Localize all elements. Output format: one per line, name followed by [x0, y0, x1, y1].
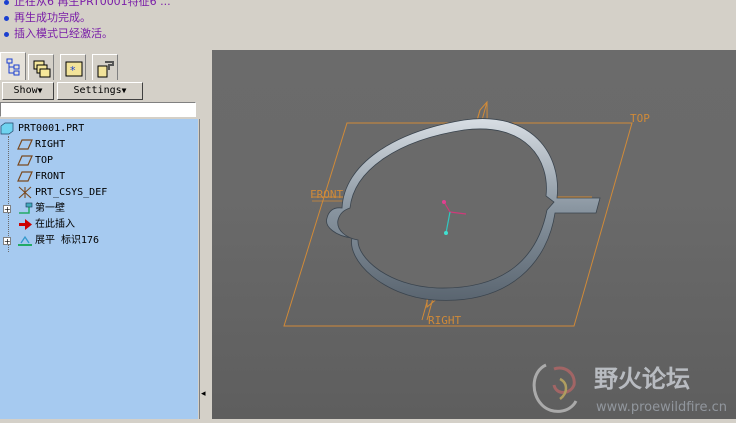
- dropdown-arrow-icon: ▼: [121, 86, 127, 95]
- message-line: 正在从6 再生PRT0001特征6 ...: [4, 0, 171, 8]
- tab-layers[interactable]: [28, 54, 54, 80]
- tree-item-first-wall[interactable]: 第一壁: [17, 201, 65, 216]
- show-button[interactable]: Show▼: [2, 82, 54, 100]
- graphics-viewport[interactable]: TOP FRONT RIGHT 野火论坛 www.proewildfire.cn: [212, 50, 736, 419]
- tree-root[interactable]: PRT0001.PRT: [0, 121, 84, 136]
- scroll-arrow-icon[interactable]: ◂: [201, 389, 206, 399]
- tree-item-top[interactable]: TOP: [17, 153, 53, 168]
- watermark-title: 野火论坛: [594, 365, 690, 393]
- datum-plane-icon: [17, 170, 33, 182]
- watermark-logo: 野火论坛 www.proewildfire.cn: [532, 363, 727, 415]
- tab-favorites[interactable]: *: [60, 54, 86, 80]
- connections-icon: [97, 61, 114, 78]
- message-area: 正在从6 再生PRT0001特征6 ... 再生成功完成。 插入模式已经激活。: [0, 0, 736, 50]
- watermark: 野火论坛 www.proewildfire.cn: [524, 353, 736, 419]
- flatten-feature-icon: [18, 235, 32, 246]
- tree-item-flatten[interactable]: 展平 标识176: [17, 233, 99, 248]
- model-tree[interactable]: PRT0001.PRT RIGHT TOP FRONT PRT_CSYS_DEF…: [0, 119, 198, 419]
- favorites-icon: *: [65, 61, 83, 77]
- tree-item-csys[interactable]: PRT_CSYS_DEF: [17, 185, 107, 200]
- expand-toggle[interactable]: +: [3, 237, 11, 246]
- tab-connections[interactable]: [92, 54, 118, 80]
- navigator-tabs: *: [0, 52, 124, 80]
- part-icon: [0, 122, 14, 134]
- settings-button[interactable]: Settings▼: [57, 82, 143, 100]
- navigator-toolbar: Show▼ Settings▼: [0, 81, 203, 101]
- tree-item-front[interactable]: FRONT: [17, 169, 65, 184]
- bullet-icon: [4, 0, 9, 5]
- svg-text:*: *: [70, 64, 76, 77]
- sheetmetal-wall[interactable]: [326, 118, 601, 301]
- expand-toggle[interactable]: +: [3, 205, 11, 214]
- model-tree-icon: [6, 58, 20, 76]
- tree-guide-line: [8, 136, 9, 252]
- bullet-icon: [4, 15, 9, 21]
- insert-arrow-icon: [19, 218, 32, 230]
- watermark-url: www.proewildfire.cn: [596, 400, 727, 415]
- tree-item-right[interactable]: RIGHT: [17, 137, 65, 152]
- wall-feature-icon: [19, 202, 33, 214]
- message-line: 插入模式已经激活。: [4, 27, 113, 40]
- layers-icon: [33, 60, 51, 78]
- datum-plane-icon: [17, 138, 33, 150]
- datum-label-top: TOP: [630, 112, 650, 125]
- message-line: 再生成功完成。: [4, 11, 91, 24]
- csys-icon: [18, 186, 32, 198]
- tree-item-insert-here[interactable]: 在此插入: [17, 217, 75, 232]
- datum-plane-icon: [17, 154, 33, 166]
- dropdown-arrow-icon: ▼: [37, 86, 43, 95]
- tree-scrollbar[interactable]: ◂: [199, 119, 211, 419]
- bullet-icon: [4, 31, 9, 37]
- datum-label-front: FRONT: [310, 188, 343, 201]
- tab-model-tree[interactable]: [0, 52, 26, 80]
- datum-label-right: RIGHT: [428, 314, 461, 327]
- tree-filter-field[interactable]: [0, 102, 196, 117]
